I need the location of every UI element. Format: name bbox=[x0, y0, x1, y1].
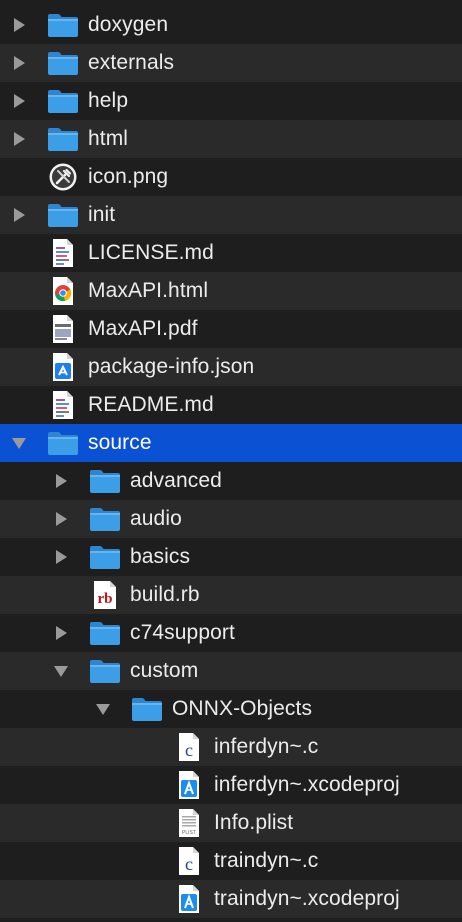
folder-icon bbox=[47, 85, 79, 117]
file-tree: doxygen externals help html icon.png ini… bbox=[0, 0, 462, 922]
json-document-icon bbox=[47, 351, 79, 383]
tree-item-label: MaxAPI.pdf bbox=[88, 317, 198, 340]
folder-icon bbox=[47, 427, 79, 459]
disclosure-collapsed-icon[interactable] bbox=[8, 196, 30, 234]
tree-row-maxapi-pdf[interactable]: MaxAPI.pdf bbox=[0, 310, 462, 348]
tree-item-label: help bbox=[88, 89, 129, 112]
tree-item-label: source bbox=[88, 431, 152, 454]
tree-item-label: advanced bbox=[130, 469, 222, 492]
tree-row-help[interactable]: help bbox=[0, 82, 462, 120]
chrome-document-icon bbox=[47, 275, 79, 307]
tree-row-c74support[interactable]: c74support bbox=[0, 614, 462, 652]
folder-icon bbox=[47, 47, 79, 79]
disclosure-collapsed-icon[interactable] bbox=[50, 500, 72, 538]
tree-row-icon-png[interactable]: icon.png bbox=[0, 158, 462, 196]
folder-icon bbox=[47, 9, 79, 41]
c-source-icon: c bbox=[173, 845, 205, 877]
ruby-file-icon: rb bbox=[89, 579, 121, 611]
tree-item-label: package-info.json bbox=[88, 355, 255, 378]
text-document-icon bbox=[47, 237, 79, 269]
tree-item-label: c74support bbox=[130, 621, 235, 644]
tree-item-label: ONNX-Objects bbox=[172, 697, 313, 720]
tree-item-label: traindyn~.c bbox=[214, 849, 319, 872]
disclosure-collapsed-icon[interactable] bbox=[8, 6, 30, 44]
svg-text:c: c bbox=[185, 740, 193, 760]
tree-item-label: externals bbox=[88, 51, 175, 74]
xcode-project-icon bbox=[173, 769, 205, 801]
tree-row-onnx-objects[interactable]: ONNX-Objects bbox=[0, 690, 462, 728]
tree-item-label: audio bbox=[130, 507, 182, 530]
disclosure-collapsed-icon[interactable] bbox=[50, 538, 72, 576]
tree-row-html[interactable]: html bbox=[0, 120, 462, 158]
tree-row-source[interactable]: source bbox=[0, 424, 462, 462]
tree-item-label: README.md bbox=[88, 393, 214, 416]
svg-text:c: c bbox=[185, 854, 193, 874]
tree-item-label: build.rb bbox=[130, 583, 200, 606]
tree-row-inferdyn-xcodeproj[interactable]: inferdyn~.xcodeproj bbox=[0, 766, 462, 804]
folder-icon bbox=[89, 617, 121, 649]
folder-icon bbox=[47, 199, 79, 231]
svg-text:rb: rb bbox=[98, 591, 113, 607]
tree-row-externals[interactable]: externals bbox=[0, 44, 462, 82]
pdf-document-icon bbox=[47, 313, 79, 345]
tree-row-audio[interactable]: audio bbox=[0, 500, 462, 538]
tree-row-traindyn-c[interactable]: c traindyn~.c bbox=[0, 842, 462, 880]
folder-icon bbox=[89, 655, 121, 687]
tree-row-build-rb[interactable]: rb build.rb bbox=[0, 576, 462, 614]
disclosure-expanded-icon[interactable] bbox=[8, 424, 30, 462]
tree-row-readme-md[interactable]: README.md bbox=[0, 386, 462, 424]
tree-item-label: html bbox=[88, 127, 129, 150]
tree-item-label: init bbox=[88, 203, 116, 226]
folder-icon bbox=[131, 693, 163, 725]
tree-row-init[interactable]: init bbox=[0, 196, 462, 234]
tree-item-label: doxygen bbox=[88, 13, 169, 36]
tree-item-label: custom bbox=[130, 659, 199, 682]
tree-row-inferdyn-c[interactable]: c inferdyn~.c bbox=[0, 728, 462, 766]
tree-item-label: MaxAPI.html bbox=[88, 279, 209, 302]
plist-document-icon: PLIST bbox=[173, 807, 205, 839]
tree-item-label: LICENSE.md bbox=[88, 241, 214, 264]
tree-item-label: traindyn~.xcodeproj bbox=[214, 887, 400, 910]
tools-image-icon bbox=[47, 161, 79, 193]
folder-icon bbox=[89, 503, 121, 535]
c-source-icon: c bbox=[173, 731, 205, 763]
folder-icon bbox=[89, 465, 121, 497]
folder-icon bbox=[47, 123, 79, 155]
tree-item-label: icon.png bbox=[88, 165, 169, 188]
tree-row-traindyn-xcodeproj[interactable]: traindyn~.xcodeproj bbox=[0, 880, 462, 918]
tree-row-custom[interactable]: custom bbox=[0, 652, 462, 690]
disclosure-collapsed-icon[interactable] bbox=[8, 82, 30, 120]
tree-row-basics[interactable]: basics bbox=[0, 538, 462, 576]
tree-row-license-md[interactable]: LICENSE.md bbox=[0, 234, 462, 272]
disclosure-expanded-icon[interactable] bbox=[92, 690, 114, 728]
tree-item-label: inferdyn~.c bbox=[214, 735, 319, 758]
tree-item-label: inferdyn~.xcodeproj bbox=[214, 773, 400, 796]
text-document-icon bbox=[47, 389, 79, 421]
tree-item-label: basics bbox=[130, 545, 191, 568]
tree-row-info-plist[interactable]: PLIST Info.plist bbox=[0, 804, 462, 842]
disclosure-collapsed-icon[interactable] bbox=[8, 120, 30, 158]
tree-row-doxygen[interactable]: doxygen bbox=[0, 6, 462, 44]
tree-item-label: Info.plist bbox=[214, 811, 294, 834]
folder-icon bbox=[89, 541, 121, 573]
xcode-project-icon bbox=[173, 883, 205, 915]
disclosure-collapsed-icon[interactable] bbox=[8, 44, 30, 82]
svg-text:PLIST: PLIST bbox=[182, 830, 196, 836]
tree-row-maxapi-html[interactable]: MaxAPI.html bbox=[0, 272, 462, 310]
disclosure-collapsed-icon[interactable] bbox=[50, 462, 72, 500]
disclosure-expanded-icon[interactable] bbox=[50, 652, 72, 690]
tree-row-advanced[interactable]: advanced bbox=[0, 462, 462, 500]
disclosure-collapsed-icon[interactable] bbox=[50, 614, 72, 652]
tree-row-package-info-json[interactable]: package-info.json bbox=[0, 348, 462, 386]
